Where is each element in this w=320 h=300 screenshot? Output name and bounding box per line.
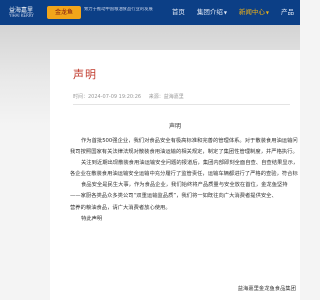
brand-english: YIHAI KERRY — [9, 13, 34, 18]
page-title: 声明 — [73, 68, 97, 81]
article-body: 作为首批500强企业，我们对食品安全有极高标准和完善的管理体系。对于散装食用油运… — [70, 136, 298, 225]
main-nav: 首页 集团介绍▼ 新闻中心▼ 产品 — [166, 0, 300, 25]
paragraph: 关注到近期出现散装食用油运输安全问题的报道后，集团内部即刻全面自查、自查结果显示… — [81, 160, 298, 167]
paragraph: 各企业在散装食用油运输安全运输中充分履行了监管责任，运输车辆都进行了严格的查验，… — [70, 171, 298, 178]
paragraph: ——家厨各类品众多类公司“双重运输监品质”，我们将一如既往向广大消费者提供安全、 — [70, 193, 277, 200]
nav-item-label: 产品 — [281, 8, 294, 16]
chevron-down-icon: ▼ — [265, 10, 269, 15]
paragraph: 作为首批500强企业，我们对食品安全有极高标准和完善的管理体系。对于散装食用油运… — [81, 138, 298, 144]
nav-item-products[interactable]: 产品 — [275, 0, 300, 25]
article-source: 来源：益海嘉里 — [148, 94, 184, 100]
nav-item-news[interactable]: 新闻中心▼ — [233, 0, 275, 25]
article-card: 声明 时间：2024-07-09 19:20:26 来源：益海嘉里 声明 作为首… — [50, 50, 300, 300]
divider — [73, 104, 290, 105]
nav-item-label: 集团介绍 — [196, 8, 223, 16]
document-title: 声明 — [168, 123, 181, 130]
nav-item-label: 首页 — [171, 8, 185, 16]
paragraph: 我司按照国家有关法律法规对散装食用油运输的相关规定，制定了集团性管理制度，并严格… — [70, 149, 298, 156]
header-tagline: 致力于推动中国粮油食品行业的发展 — [84, 7, 153, 12]
top-navigation-bar: 益海嘉里 YIHAI KERRY 金龙鱼 致力于推动中国粮油食品行业的发展 首页… — [0, 0, 300, 25]
signature: 益海嘉里金龙鱼食品集团 — [237, 286, 296, 292]
nav-item-about[interactable]: 集团介绍▼ — [191, 0, 233, 25]
site-logo[interactable]: 益海嘉里 YIHAI KERRY 金龙鱼 — [3, 3, 81, 22]
chevron-down-icon: ▼ — [223, 10, 227, 15]
paragraph: 营养的粮油食品，请广大消费者放心使用。 — [70, 204, 171, 211]
paragraph: 食品安全是民生大事，作为食品企业，我们始终将产品质量与安全放在首位，金龙鱼坚持 — [81, 182, 288, 189]
article-meta: 时间：2024-07-09 19:20:26 来源：益海嘉里 — [73, 93, 190, 100]
nav-item-label: 新闻中心 — [238, 8, 265, 16]
nav-item-home[interactable]: 首页 — [166, 0, 191, 25]
brand-badge: 金龙鱼 — [47, 6, 81, 19]
article-date: 时间：2024-07-09 19:20:26 — [73, 94, 142, 100]
paragraph: 特此声明 — [81, 215, 103, 222]
